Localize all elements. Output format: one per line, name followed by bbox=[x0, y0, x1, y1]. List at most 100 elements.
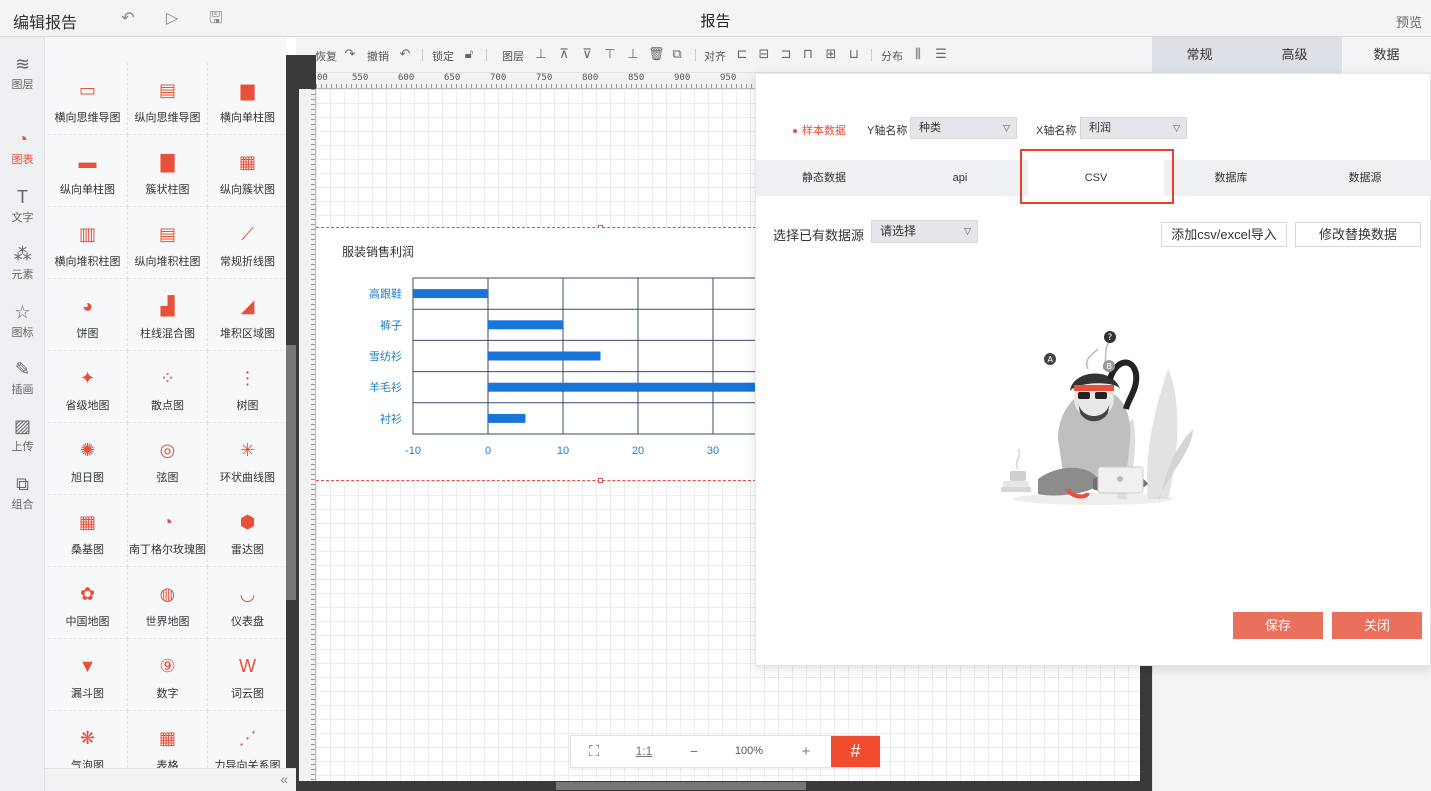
fit-screen-icon[interactable]: ⛶ bbox=[571, 736, 617, 767]
palette-item[interactable]: ❋ 气泡图 bbox=[48, 711, 128, 768]
zoom-out-button[interactable]: − bbox=[671, 736, 717, 767]
ruler-tick-label: 550 bbox=[352, 73, 369, 83]
tab-general[interactable]: 常规 bbox=[1152, 37, 1247, 73]
palette-item[interactable]: ✺ 旭日图 bbox=[48, 423, 128, 495]
replace-data-button[interactable]: 修改替换数据 bbox=[1295, 222, 1421, 247]
align-label[interactable]: 对齐 bbox=[704, 48, 726, 64]
palette-item[interactable]: ▦ 表格 bbox=[128, 711, 208, 768]
canvas-scroll-thumb[interactable] bbox=[556, 782, 806, 790]
tab-datasource[interactable]: 数据源 bbox=[1298, 160, 1431, 196]
palette-item[interactable]: ▤ 纵向堆积柱图 bbox=[128, 207, 208, 279]
datasource-select[interactable]: 请选择 ▽ bbox=[871, 220, 978, 243]
rail-item-layers[interactable]: ≋ 图层 bbox=[0, 47, 45, 103]
palette-item[interactable]: ◎ 弦图 bbox=[128, 423, 208, 495]
undo-icon[interactable]: ↶ bbox=[118, 9, 138, 29]
rail-item-illustrations[interactable]: ✎ 插画 bbox=[0, 352, 45, 408]
tab-static-data[interactable]: 静态数据 bbox=[756, 160, 892, 196]
y-axis-select[interactable]: 种类 ▽ bbox=[910, 117, 1017, 139]
palette-item[interactable]: ⬢ 雷达图 bbox=[208, 495, 286, 567]
undo-arrow-icon[interactable]: ↶ bbox=[398, 46, 412, 62]
rail-item-group[interactable]: ⧉ 组合 bbox=[0, 467, 45, 523]
undo-label[interactable]: 撤销 bbox=[367, 48, 389, 64]
palette-item[interactable]: ◡ 仪表盘 bbox=[208, 567, 286, 639]
sample-data-link[interactable]: 样本数据 bbox=[793, 122, 846, 138]
palette-item[interactable]: W 词云图 bbox=[208, 639, 286, 711]
actual-size-button[interactable]: 1:1 bbox=[621, 736, 667, 767]
redo-label[interactable]: 恢复 bbox=[315, 48, 337, 64]
rail-item-text[interactable]: T 文字 bbox=[0, 180, 45, 236]
layer-label[interactable]: 图层 bbox=[502, 48, 524, 64]
palette-item[interactable]: ✳ 环状曲线图 bbox=[208, 423, 286, 495]
palette-item[interactable]: ▥ 横向堆积柱图 bbox=[48, 207, 128, 279]
close-button[interactable]: 关闭 bbox=[1332, 612, 1422, 639]
palette-item[interactable]: ⑨ 数字 bbox=[128, 639, 208, 711]
distribute-label[interactable]: 分布 bbox=[881, 48, 903, 64]
chart-widget[interactable]: 服装销售利润 高跟鞋 裤子 雪纺衫 羊毛衫 衬衫 -10 0 10 20 30 bbox=[316, 228, 756, 480]
grid-toggle-button[interactable]: # bbox=[831, 736, 880, 767]
align-middle-icon[interactable]: ⊞ bbox=[824, 46, 838, 62]
palette-item[interactable]: ▦ 桑基图 bbox=[48, 495, 128, 567]
rail-item-icons[interactable]: ☆ 图标 bbox=[0, 295, 45, 351]
table-icon: ▦ bbox=[158, 728, 176, 748]
add-csv-button[interactable]: 添加csv/excel导入 bbox=[1161, 222, 1287, 247]
palette-item[interactable]: ◕ 饼图 bbox=[48, 279, 128, 351]
bring-front-icon[interactable]: ⊤ bbox=[603, 46, 617, 62]
tab-api[interactable]: api bbox=[892, 160, 1028, 196]
lock-icon[interactable]: 🔓︎ bbox=[462, 46, 476, 62]
palette-item[interactable]: ⋮ 树图 bbox=[208, 351, 286, 423]
palette-item[interactable]: ⟋ 常规折线图 bbox=[208, 207, 286, 279]
palette-item[interactable]: ◔ 南丁格尔玫瑰图 bbox=[128, 495, 208, 567]
palette-item-label: 纵向单柱图 bbox=[60, 184, 115, 196]
canvas-scrollbar-bottom[interactable] bbox=[316, 781, 1140, 791]
redo-icon[interactable]: ↷ bbox=[343, 46, 357, 62]
layer-icon[interactable]: ⊥ bbox=[534, 46, 548, 62]
palette-item[interactable]: ▭ 横向思维导图 bbox=[48, 63, 128, 135]
delete-icon[interactable]: 🗑︎ bbox=[648, 46, 665, 62]
align-top-icon[interactable]: ⊓ bbox=[801, 46, 815, 62]
tab-database[interactable]: 数据库 bbox=[1164, 160, 1298, 196]
double-chevron-left-icon[interactable]: « bbox=[280, 771, 288, 787]
rail-item-upload[interactable]: ▨ 上传 bbox=[0, 409, 45, 465]
palette-item[interactable]: ▟ 柱线混合图 bbox=[128, 279, 208, 351]
palette-item[interactable]: ◢ 堆积区域图 bbox=[208, 279, 286, 351]
bubble-icon: ❋ bbox=[79, 728, 96, 748]
sankey-icon: ▦ bbox=[78, 512, 96, 532]
palette-scrollbar[interactable] bbox=[286, 55, 296, 768]
palette-item[interactable]: ⁘ 散点图 bbox=[128, 351, 208, 423]
palette-item[interactable]: ▇ 簇状柱图 bbox=[128, 135, 208, 207]
align-right-icon[interactable]: ⊐ bbox=[779, 46, 793, 62]
tab-csv[interactable]: CSV bbox=[1028, 160, 1164, 196]
x-axis-select[interactable]: 利润 ▽ bbox=[1080, 117, 1187, 139]
preview-button[interactable]: 预览 bbox=[1396, 12, 1422, 31]
palette-item[interactable]: ✦ 省级地图 bbox=[48, 351, 128, 423]
palette-item[interactable]: ▼ 漏斗图 bbox=[48, 639, 128, 711]
palette-scroll-thumb[interactable] bbox=[286, 345, 296, 600]
resize-handle-bottom[interactable] bbox=[598, 478, 603, 483]
lock-label[interactable]: 锁定 bbox=[432, 48, 454, 64]
palette-item[interactable]: ▆ 横向单柱图 bbox=[208, 63, 286, 135]
zoom-in-button[interactable]: + bbox=[783, 736, 829, 767]
copy-icon[interactable]: ⧉ bbox=[670, 46, 684, 62]
palette-item[interactable]: ⋰ 力导向关系图 bbox=[208, 711, 286, 768]
bring-up-icon[interactable]: ⊼ bbox=[557, 46, 571, 62]
align-left-icon[interactable]: ⊏ bbox=[735, 46, 749, 62]
align-bottom-icon[interactable]: ⊔ bbox=[847, 46, 861, 62]
send-down-icon[interactable]: ⊽ bbox=[580, 46, 594, 62]
tab-data[interactable]: 数据 bbox=[1342, 37, 1431, 73]
save-button[interactable]: 保存 bbox=[1233, 612, 1323, 639]
palette-item[interactable]: ▬ 纵向单柱图 bbox=[48, 135, 128, 207]
palette-item[interactable]: ▤ 纵向思维导图 bbox=[128, 63, 208, 135]
send-back-icon[interactable]: ⊥ bbox=[626, 46, 640, 62]
distribute-horizontal-icon[interactable]: ⫼ bbox=[911, 46, 925, 62]
rail-item-charts[interactable]: ◔ 图表 bbox=[0, 122, 45, 178]
save-icon[interactable]: 🖫 bbox=[206, 9, 226, 29]
play-icon[interactable]: ▷ bbox=[162, 9, 182, 29]
palette-item[interactable]: ◍ 世界地图 bbox=[128, 567, 208, 639]
tab-advanced[interactable]: 高级 bbox=[1247, 37, 1342, 73]
distribute-vertical-icon[interactable]: ☰ bbox=[934, 46, 948, 62]
palette-item[interactable]: ▦ 纵向簇状图 bbox=[208, 135, 286, 207]
palette-item[interactable]: ✿ 中国地图 bbox=[48, 567, 128, 639]
align-center-icon[interactable]: ⊟ bbox=[757, 46, 771, 62]
rail-item-elements[interactable]: ⁂ 元素 bbox=[0, 237, 45, 293]
x-tick-label: 30 bbox=[707, 445, 719, 457]
